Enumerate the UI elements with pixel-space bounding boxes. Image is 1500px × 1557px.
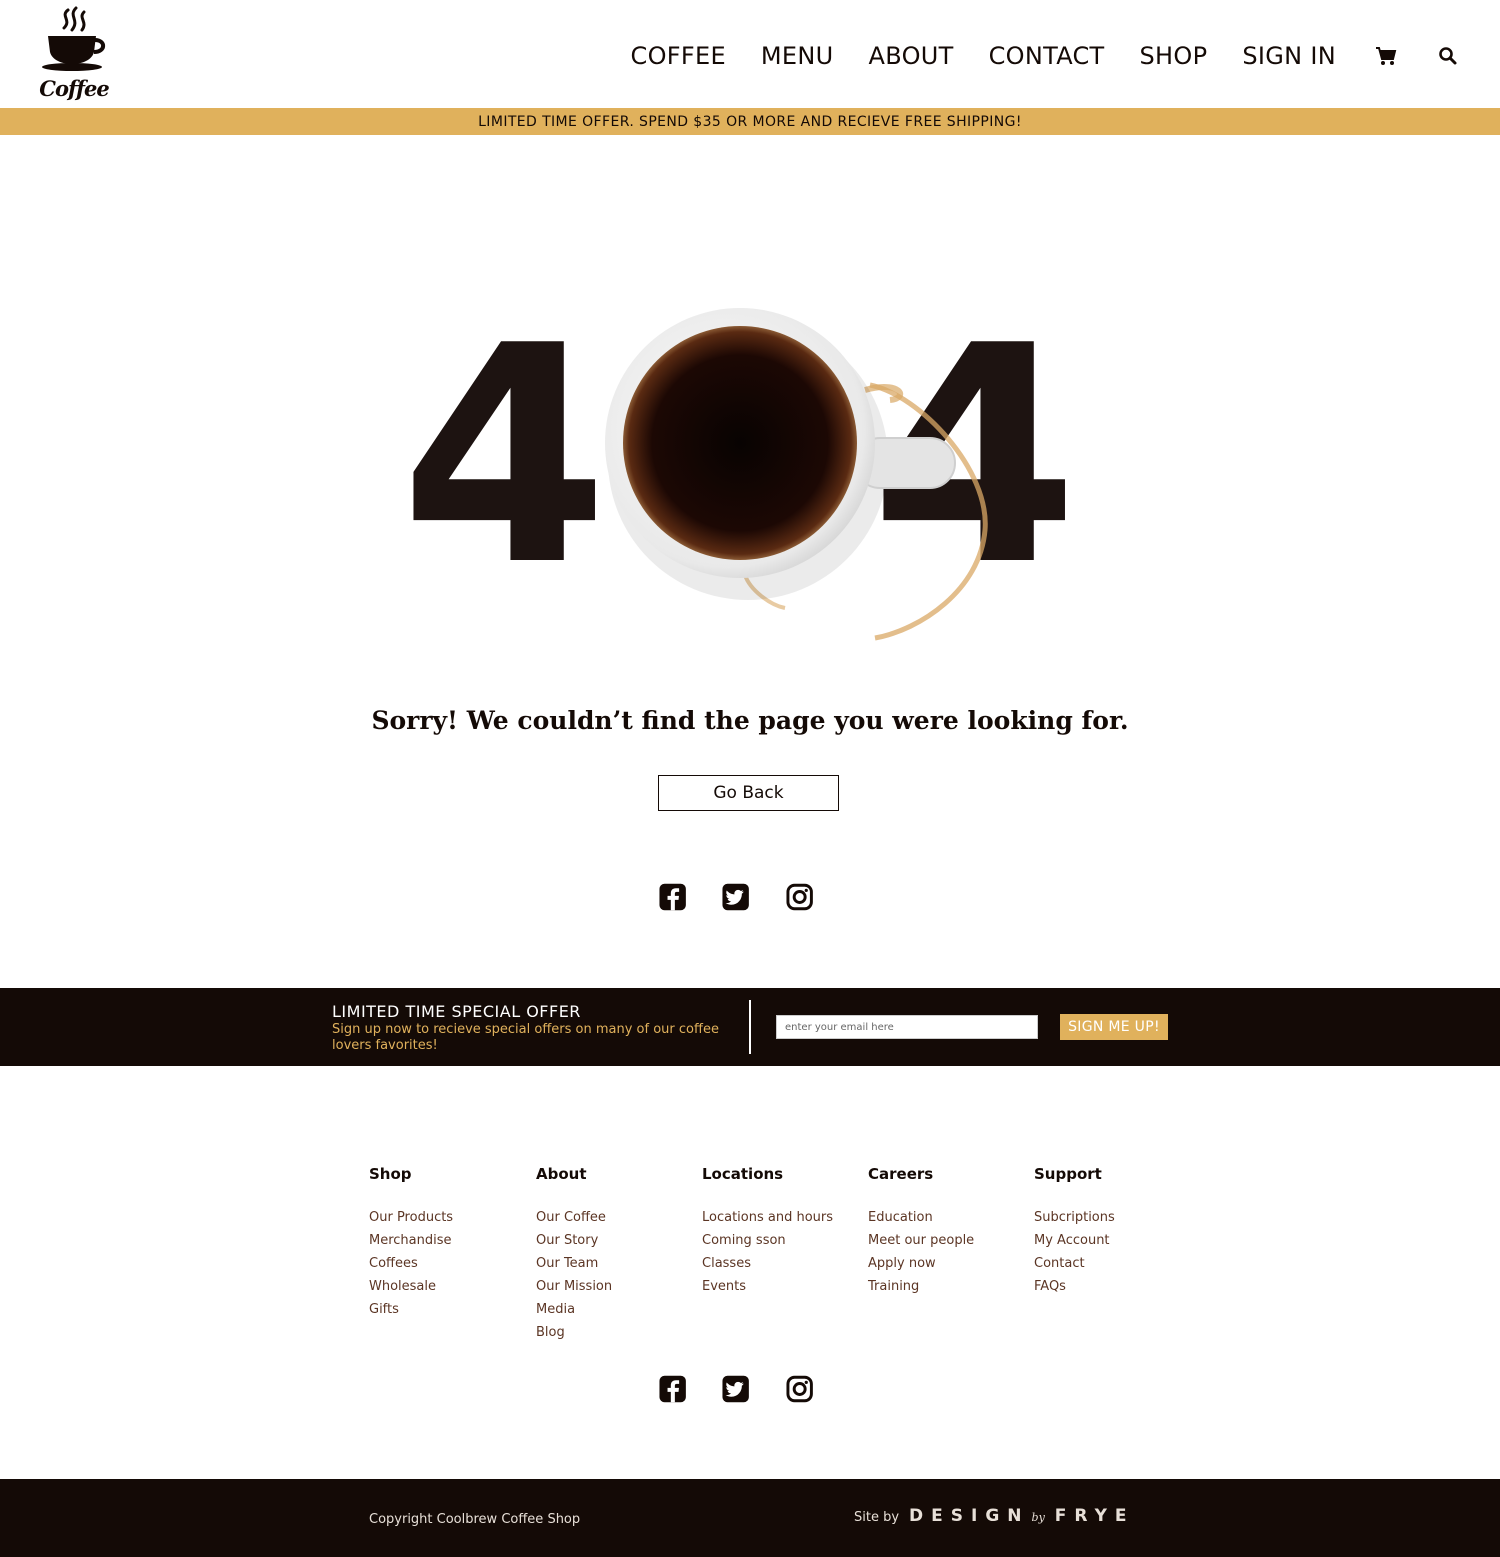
- twitter-icon[interactable]: [721, 877, 750, 917]
- footer-link-blog[interactable]: Blog: [536, 1325, 565, 1340]
- footer-link-merchandise[interactable]: Merchandise: [369, 1233, 452, 1248]
- footer-link-locations-and-hours[interactable]: Locations and hours: [702, 1210, 833, 1225]
- footer-link-gifts[interactable]: Gifts: [369, 1302, 399, 1317]
- footer-link-events[interactable]: Events: [702, 1279, 746, 1294]
- footer-link-our-story[interactable]: Our Story: [536, 1233, 598, 1248]
- footer-column-locations: Locations Locations and hours Coming sso…: [702, 1165, 833, 1298]
- copyright-text: Copyright Coolbrew Coffee Shop: [369, 1512, 581, 1527]
- footer-link-my-account[interactable]: My Account: [1034, 1233, 1110, 1248]
- footer-link-coffees[interactable]: Coffees: [369, 1256, 418, 1271]
- footer-column-support: Support Subcriptions My Account Contact …: [1034, 1165, 1115, 1298]
- twitter-icon[interactable]: [721, 1369, 750, 1409]
- nav-shop[interactable]: SHOP: [1140, 42, 1208, 70]
- footer-column-shop: Shop Our Products Merchandise Coffees Wh…: [369, 1165, 453, 1321]
- footer-link-our-coffee[interactable]: Our Coffee: [536, 1210, 606, 1225]
- main-nav: COFFEE MENU ABOUT CONTACT SHOP SIGN IN: [596, 38, 1460, 74]
- designer-brand-right: FRYE: [1054, 1506, 1135, 1526]
- instagram-icon[interactable]: [785, 1369, 814, 1409]
- promo-text: LIMITED TIME OFFER. SPEND $35 OR MORE AN…: [478, 113, 1022, 130]
- nav-about[interactable]: ABOUT: [869, 42, 954, 70]
- footer-link-education[interactable]: Education: [868, 1210, 933, 1225]
- coffee-cup-icon: [605, 308, 988, 641]
- nav-menu[interactable]: MENU: [761, 42, 834, 70]
- footer-column-title: Careers: [868, 1165, 934, 1183]
- footer-link-wholesale[interactable]: Wholesale: [369, 1279, 436, 1294]
- footer-link-meet-our-people[interactable]: Meet our people: [868, 1233, 974, 1248]
- footer-column-title: Support: [1034, 1165, 1102, 1183]
- footer-link-faqs[interactable]: FAQs: [1034, 1279, 1066, 1294]
- social-links: [658, 877, 848, 917]
- footer-column-title: Shop: [369, 1165, 412, 1183]
- footer-link-our-team[interactable]: Our Team: [536, 1256, 598, 1271]
- site-by-label: Site by: [854, 1510, 900, 1525]
- footer-link-our-products[interactable]: Our Products: [369, 1210, 453, 1225]
- footer-column-careers: Careers Education Meet our people Apply …: [868, 1165, 974, 1298]
- logo[interactable]: Coffee: [38, 6, 110, 102]
- coffee-cup-logo-icon: [42, 6, 106, 71]
- newsletter-offer: LIMITED TIME SPECIAL OFFER Sign up now t…: [0, 988, 1500, 1066]
- facebook-icon[interactable]: [658, 877, 687, 917]
- error-message: Sorry! We couldn’t find the page you wer…: [371, 706, 1129, 735]
- footer-link-our-mission[interactable]: Our Mission: [536, 1279, 612, 1294]
- footer-link-media[interactable]: Media: [536, 1302, 575, 1317]
- site-credit[interactable]: Site by DESIGN by FRYE: [854, 1506, 1135, 1526]
- nav-sign-in[interactable]: SIGN IN: [1242, 42, 1336, 70]
- footer-column-about: About Our Coffee Our Story Our Team Our …: [536, 1165, 612, 1344]
- footer-link-classes[interactable]: Classes: [702, 1256, 751, 1271]
- instagram-icon[interactable]: [785, 877, 814, 917]
- go-back-button[interactable]: Go Back: [658, 775, 839, 811]
- footer-link-coming-soon[interactable]: Coming sson: [702, 1233, 786, 1248]
- footer-link-subscriptions[interactable]: Subcriptions: [1034, 1210, 1115, 1225]
- nav-contact[interactable]: CONTACT: [989, 42, 1105, 70]
- designer-brand-by: by: [1031, 1511, 1045, 1524]
- facebook-icon[interactable]: [658, 1369, 687, 1409]
- promo-banner: LIMITED TIME OFFER. SPEND $35 OR MORE AN…: [0, 108, 1500, 135]
- offer-subtitle: Sign up now to recieve special offers on…: [332, 1022, 719, 1053]
- footer-link-training[interactable]: Training: [868, 1279, 919, 1294]
- offer-title: LIMITED TIME SPECIAL OFFER: [332, 1002, 581, 1021]
- offer-divider: [749, 1000, 751, 1054]
- footer-column-title: About: [536, 1165, 587, 1183]
- site-header: Coffee COFFEE MENU ABOUT CONTACT SHOP SI…: [0, 0, 1500, 108]
- site-footer-bar: Copyright Coolbrew Coffee Shop Site by D…: [0, 1479, 1500, 1557]
- footer-links: Shop Our Products Merchandise Coffees Wh…: [369, 1165, 1169, 1345]
- footer-social-links: [658, 1369, 848, 1409]
- email-field[interactable]: [776, 1015, 1038, 1039]
- nav-coffee[interactable]: COFFEE: [631, 42, 726, 70]
- designer-brand-left: DESIGN: [909, 1506, 1030, 1526]
- footer-link-contact[interactable]: Contact: [1034, 1256, 1085, 1271]
- footer-column-title: Locations: [702, 1165, 784, 1183]
- search-icon[interactable]: [1436, 44, 1460, 68]
- logo-text: Coffee: [39, 76, 110, 101]
- error-404-graphic: 4 4: [400, 300, 1100, 660]
- sign-up-button[interactable]: SIGN ME UP!: [1060, 1014, 1168, 1040]
- cart-icon[interactable]: [1374, 44, 1398, 68]
- footer-link-apply-now[interactable]: Apply now: [868, 1256, 936, 1271]
